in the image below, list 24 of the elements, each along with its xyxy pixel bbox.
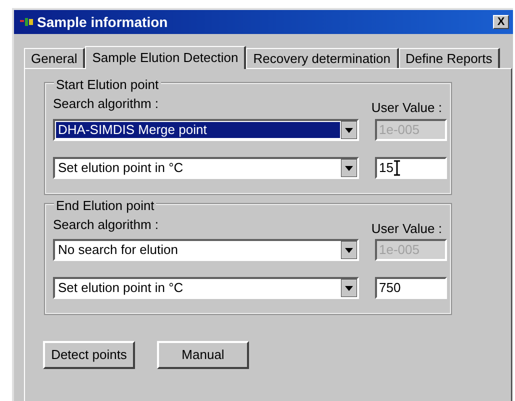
dropdown[interactable]: No search for elution	[53, 239, 359, 261]
dropdown-arrow-icon[interactable]	[341, 241, 357, 259]
tab[interactable]: Recovery determination	[246, 48, 399, 68]
dropdown[interactable]: Set elution point in °C	[53, 156, 359, 178]
push-button[interactable]: Manual	[157, 341, 249, 369]
tab[interactable]: General	[24, 48, 86, 68]
window-title: Sample information	[37, 12, 168, 32]
dropdown-arrow-icon[interactable]	[341, 120, 357, 138]
field-label: Search algorithm :	[53, 95, 158, 113]
field-label: User Value :	[371, 220, 442, 238]
dropdown[interactable]: DHA-SIMDIS Merge point	[53, 118, 359, 140]
tab[interactable]: Define Reports	[398, 48, 500, 68]
text-cursor-icon	[394, 160, 400, 176]
field-label: Search algorithm :	[53, 216, 158, 234]
close-button[interactable]: X	[493, 15, 509, 29]
tab[interactable]: Sample Elution Detection	[85, 46, 246, 69]
input-field[interactable]: 750	[375, 277, 447, 299]
input-field[interactable]: 15	[375, 156, 447, 178]
dropdown[interactable]: Set elution point in °C	[53, 277, 359, 299]
field-label: User Value :	[371, 99, 442, 117]
dropdown-arrow-icon[interactable]	[341, 158, 357, 176]
dropdown-arrow-icon[interactable]	[341, 279, 357, 297]
push-button[interactable]: Detect points	[43, 341, 135, 369]
app-icon	[20, 17, 34, 27]
